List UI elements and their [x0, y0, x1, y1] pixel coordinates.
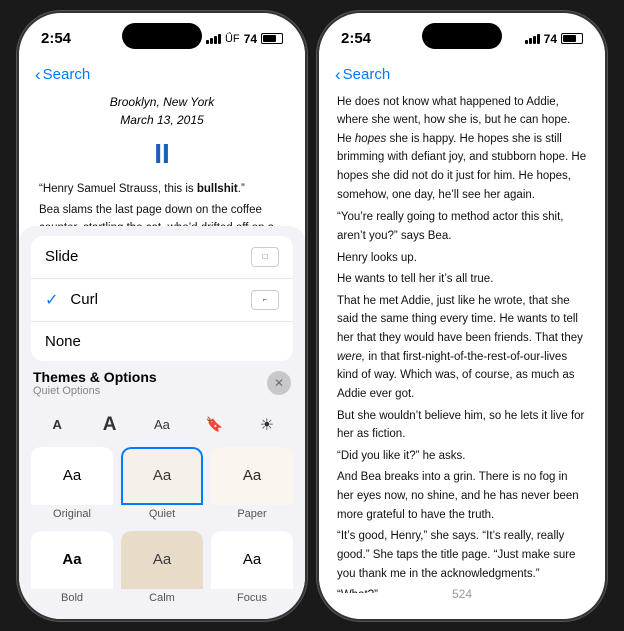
curl-icon: ⌐ [251, 290, 279, 310]
time-left: 2:54 [41, 30, 71, 47]
theme-focus[interactable]: Aa Focus [211, 531, 293, 607]
back-label-right: Search [343, 66, 391, 83]
theme-calm[interactable]: Aa Calm [121, 531, 203, 607]
option-none[interactable]: None [31, 322, 293, 361]
theme-calm-preview: Aa [121, 531, 203, 589]
themes-title: Themes & Options [33, 369, 157, 385]
chapter-number: II [39, 133, 285, 175]
theme-quiet-label: Quiet [121, 505, 203, 523]
theme-calm-label: Calm [121, 589, 203, 607]
option-slide[interactable]: Slide □ [31, 236, 293, 279]
right-phone: 2:54 74 ‹ Sea [317, 11, 607, 621]
book-location: Brooklyn, New York March 13, 2015 [39, 93, 285, 129]
battery-icon-right [561, 33, 583, 44]
back-label-left: Search [43, 66, 91, 83]
theme-original-preview: Aa [31, 447, 113, 505]
wifi-icon: ǗF [225, 33, 240, 45]
theme-bold-label: Bold [31, 589, 113, 607]
battery-percentage-right: 74 [544, 32, 557, 46]
brightness-button[interactable]: ☀ [249, 409, 285, 441]
dynamic-island-right [422, 23, 502, 49]
time-right: 2:54 [341, 30, 371, 47]
nav-bar-right: ‹ Search [319, 57, 605, 93]
theme-quiet[interactable]: Aa Quiet [121, 447, 203, 523]
phones-container: 2:54 ǗF 74 ‹ [17, 11, 607, 621]
theme-original[interactable]: Aa Original [31, 447, 113, 523]
theme-bold[interactable]: Aa Bold [31, 531, 113, 607]
slide-label: Slide [45, 248, 78, 265]
book-content-right: He does not know what happened to Addie,… [319, 93, 605, 593]
dynamic-island [122, 23, 202, 49]
nav-bar-left: ‹ Search [19, 57, 305, 93]
bookmark-button[interactable]: 🔖 [196, 409, 232, 441]
theme-paper[interactable]: Aa Paper [211, 447, 293, 523]
battery-icon-left [261, 33, 283, 44]
font-increase-button[interactable]: A [92, 409, 128, 441]
transition-options: Slide □ ✓ Curl ⌐ None [31, 236, 293, 361]
toolbar-row: A A Aa 🔖 ☀ [19, 403, 305, 447]
status-icons-right: 74 [525, 32, 583, 46]
signal-icon [206, 33, 221, 44]
signal-icon-right [525, 33, 540, 44]
theme-focus-preview: Aa [211, 531, 293, 589]
themes-subtitle: Quiet Options [33, 385, 157, 397]
theme-paper-label: Paper [211, 505, 293, 523]
theme-bold-preview: Aa [31, 531, 113, 589]
option-curl[interactable]: ✓ Curl ⌐ [31, 279, 293, 322]
left-phone: 2:54 ǗF 74 ‹ [17, 11, 307, 621]
battery-percentage-left: 74 [244, 32, 257, 46]
theme-paper-preview: Aa [211, 447, 293, 505]
theme-focus-label: Focus [211, 589, 293, 607]
theme-grid: Aa Original Aa Quiet Aa [19, 447, 305, 619]
font-decrease-button[interactable]: A [39, 409, 75, 441]
status-icons-left: ǗF 74 [206, 32, 283, 46]
back-button-right[interactable]: ‹ Search [335, 65, 390, 85]
slide-panel: Slide □ ✓ Curl ⌐ None [19, 226, 305, 619]
checkmark-icon: ✓ [45, 290, 58, 310]
none-label: None [45, 333, 81, 350]
slide-icon: □ [251, 247, 279, 267]
theme-original-label: Original [31, 505, 113, 523]
close-button[interactable]: ✕ [267, 371, 291, 395]
page-number: 524 [319, 583, 605, 605]
font-style-button[interactable]: Aa [144, 409, 180, 441]
theme-quiet-preview: Aa [121, 447, 203, 505]
curl-label: Curl [70, 291, 98, 308]
themes-header: Themes & Options Quiet Options ✕ [19, 361, 305, 403]
back-button-left[interactable]: ‹ Search [35, 65, 90, 85]
